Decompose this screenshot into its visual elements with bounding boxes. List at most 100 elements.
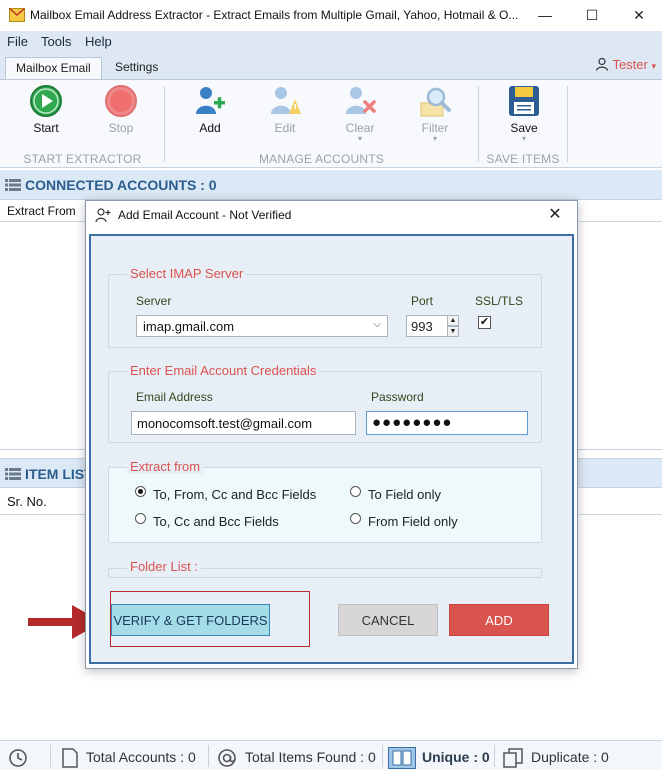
radio-to-from-cc-bcc[interactable] — [135, 486, 146, 497]
stop-button[interactable]: Stop — [92, 84, 150, 148]
user-name: Tester — [612, 57, 648, 72]
ssl-checkbox[interactable]: ✔ — [478, 316, 491, 329]
group-label-save-items: SAVE ITEMS — [486, 152, 560, 166]
start-label: Start — [33, 121, 59, 135]
port-label: Port — [411, 294, 434, 308]
add-button[interactable]: ADD — [449, 604, 549, 636]
add-email-account-dialog: Add Email Account - Not Verified ✕ Selec… — [85, 200, 578, 669]
status-separator — [382, 745, 383, 767]
chevron-down-icon: ⌵ — [373, 319, 381, 330]
radio-label-to-from-cc-bcc: To, From, Cc and Bcc Fields — [153, 487, 317, 502]
status-unique: Unique : 0 — [388, 747, 490, 770]
list-icon — [5, 468, 21, 480]
ssl-label: SSL/TLS — [475, 294, 524, 308]
radio-label-to-cc-bcc: To, Cc and Bcc Fields — [153, 514, 279, 529]
credentials-legend: Enter Email Account Credentials — [127, 363, 320, 378]
status-total-items: Total Items Found : 0 — [217, 747, 376, 768]
radio-label-from-only: From Field only — [368, 514, 458, 529]
port-spin-up-button[interactable]: ▲ — [447, 315, 459, 326]
add-label: Add — [199, 121, 221, 135]
status-duplicate: Duplicate : 0 — [503, 747, 609, 769]
password-label: Password — [371, 390, 424, 404]
add-user-icon — [196, 87, 225, 114]
item-list-title: ITEM LIST — [25, 466, 93, 482]
ribbon-tabs: Mailbox Email Settings Tester ▾ — [0, 53, 662, 79]
tab-settings[interactable]: Settings — [105, 57, 168, 79]
total-items-text: Total Items Found : 0 — [245, 749, 376, 765]
edit-account-button[interactable]: Edit — [256, 84, 314, 148]
column-header-sr-no[interactable]: Sr. No. — [7, 494, 47, 509]
close-button[interactable]: ✕ — [616, 0, 662, 31]
status-separator — [50, 745, 51, 767]
clear-accounts-button[interactable]: Clear ▾ — [331, 84, 389, 148]
server-select[interactable]: imap.gmail.com ⌵ — [136, 315, 388, 337]
connected-accounts-header: CONNECTED ACCOUNTS : 0 — [0, 170, 662, 200]
mail-app-icon — [9, 8, 25, 22]
ribbon-separator — [478, 86, 479, 162]
user-caret-icon: ▾ — [651, 61, 656, 71]
radio-label-to-only: To Field only — [368, 487, 441, 502]
radio-to-only[interactable] — [350, 486, 361, 497]
stop-label: Stop — [108, 121, 134, 135]
clear-caret-icon: ▾ — [357, 134, 362, 143]
imap-server-legend: Select IMAP Server — [127, 266, 247, 281]
user-icon — [595, 57, 609, 71]
radio-from-only[interactable] — [350, 513, 361, 524]
menu-file[interactable]: File — [7, 34, 28, 49]
minimize-button[interactable]: — — [522, 0, 568, 31]
edit-label: Edit — [274, 121, 296, 135]
list-icon — [5, 179, 21, 191]
edit-user-icon — [271, 87, 301, 114]
dialog-title: Add Email Account - Not Verified — [118, 208, 292, 222]
window-title: Mailbox Email Address Extractor - Extrac… — [30, 8, 519, 22]
group-label-start-extractor: START EXTRACTOR — [23, 152, 142, 166]
duplicate-icon — [503, 748, 523, 769]
stop-icon — [105, 85, 137, 117]
status-clock — [8, 747, 36, 768]
play-icon — [30, 85, 62, 117]
cancel-button[interactable]: CANCEL — [338, 604, 438, 636]
unique-filter-icon — [388, 747, 416, 770]
port-input[interactable]: 993 — [406, 315, 448, 337]
verify-get-folders-button[interactable]: VERIFY & GET FOLDERS — [111, 604, 270, 636]
filter-button[interactable]: Filter ▾ — [406, 84, 464, 148]
add-user-icon — [95, 208, 111, 223]
extract-from-group — [108, 467, 542, 543]
duplicate-text: Duplicate : 0 — [531, 749, 609, 765]
radio-to-cc-bcc[interactable] — [135, 513, 146, 524]
save-label: Save — [510, 121, 538, 135]
filter-label: Filter — [421, 121, 449, 135]
clear-label: Clear — [345, 121, 375, 135]
dialog-close-button[interactable]: ✕ — [541, 203, 569, 227]
extract-from-legend: Extract from — [127, 459, 204, 474]
folder-list-legend: Folder List : — [127, 559, 201, 574]
floppy-disk-icon — [509, 86, 539, 116]
email-input[interactable]: monocomsoft.test@gmail.com — [131, 411, 356, 435]
status-separator — [494, 745, 495, 767]
port-spin-down-button[interactable]: ▼ — [447, 326, 459, 337]
total-accounts-text: Total Accounts : 0 — [86, 749, 196, 765]
menu-help[interactable]: Help — [85, 34, 112, 49]
column-header-extract-from[interactable]: Extract From — [7, 204, 76, 218]
maximize-button[interactable]: ☐ — [569, 0, 615, 31]
dialog-body: Select IMAP Server Server imap.gmail.com… — [89, 234, 574, 664]
remove-user-icon — [346, 87, 376, 114]
add-account-button[interactable]: Add — [181, 84, 239, 148]
clock-icon — [9, 749, 27, 768]
user-menu[interactable]: Tester ▾ — [595, 57, 656, 72]
tab-mailbox-email[interactable]: Mailbox Email — [5, 57, 102, 79]
at-sign-icon — [218, 749, 236, 768]
connected-accounts-title: CONNECTED ACCOUNTS : 0 — [25, 177, 217, 193]
unique-text: Unique : 0 — [422, 749, 490, 765]
password-input[interactable]: ●●●●●●●● — [366, 411, 528, 435]
server-value: imap.gmail.com — [143, 319, 235, 334]
group-label-manage-accounts: MANAGE ACCOUNTS — [258, 152, 384, 166]
menu-bar: File Tools Help — [0, 31, 662, 53]
start-button[interactable]: Start — [17, 84, 75, 148]
status-total-accounts: Total Accounts : 0 — [62, 747, 196, 769]
menu-tools[interactable]: Tools — [41, 34, 71, 49]
title-bar: Mailbox Email Address Extractor - Extrac… — [0, 0, 662, 31]
ribbon-separator — [164, 86, 165, 162]
filter-caret-icon: ▾ — [432, 134, 437, 143]
save-button[interactable]: Save ▾ — [495, 84, 553, 148]
